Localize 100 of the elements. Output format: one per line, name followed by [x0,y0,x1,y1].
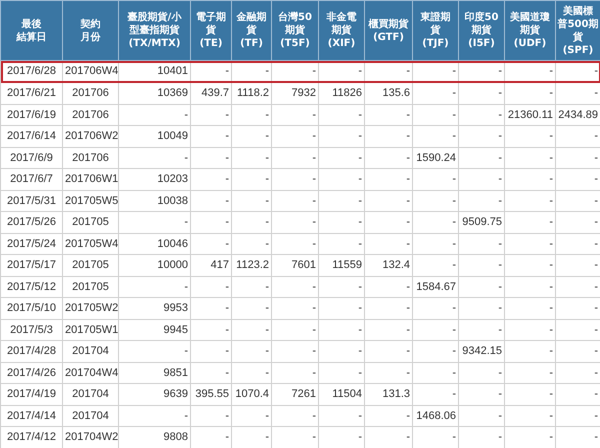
header-text: 貨 [206,25,216,36]
table-cell: 9639 [118,384,190,405]
table-cell: 2017/4/19 [0,384,62,405]
table-cell: - [458,405,504,426]
table-cell: - [272,319,318,340]
table-cell: - [318,276,364,298]
table-cell: - [118,104,190,126]
table-cell: 2017/5/3 [0,319,62,340]
table-cell: - [458,254,504,276]
table-cell: - [458,298,504,319]
table-cell: 2017/6/19 [0,104,62,126]
table-cell: - [458,126,504,147]
header-text: (T5F) [280,38,310,49]
header-text: 金融期 [236,12,266,23]
table-cell: - [412,168,458,190]
table-cell: 201704 [62,405,118,426]
table-cell: 1468.06 [412,405,458,426]
header-text: 東證期 [420,12,450,23]
header-text: (TF) [240,38,263,49]
table-cell: 201704 [62,340,118,362]
table-cell: - [190,168,232,190]
table-cell: 2017/5/17 [0,254,62,276]
table-cell: - [504,147,556,168]
table-cell: 7932 [272,82,318,104]
table-cell: - [272,362,318,384]
table-cell: - [318,340,364,362]
table-cell: 201706W1 [62,168,118,190]
table-cell: - [458,190,504,212]
table-cell: 135.6 [364,82,412,104]
header-text: 期貨 [520,25,540,36]
header-text: 最後 [22,18,42,30]
table-cell: 131.3 [364,384,412,405]
table-cell: - [458,82,504,104]
table-cell: 2017/4/28 [0,340,62,362]
table-cell: - [318,126,364,147]
table-cell: - [364,126,412,147]
table-cell: 201705 [62,212,118,233]
table-cell: - [318,298,364,319]
table-cell: - [412,362,458,384]
table-cell: 201705 [62,276,118,298]
table-cell: - [458,276,504,298]
table-cell: - [364,298,412,319]
table-cell: - [318,233,364,254]
table-cell: - [272,126,318,147]
table-cell: 21360.11 [504,104,556,126]
table-cell: 11559 [318,254,364,276]
table-cell: 10038 [118,190,190,212]
header-text: 契約 [80,18,100,30]
table-cell: - [190,298,232,319]
table-cell: 2017/4/12 [0,426,62,448]
table-cell: 2017/6/14 [0,126,62,147]
table-cell: - [364,212,412,233]
header-text: (TE) [200,38,222,49]
table-cell: 417 [190,254,232,276]
table-cell: - [458,384,504,405]
table-cell: 395.55 [190,384,232,405]
table-cell: - [504,384,556,405]
table-cell: - [190,340,232,362]
header-text: 台灣50 [278,12,312,23]
table-cell: 201705W2 [62,298,118,319]
table-cell: - [412,254,458,276]
table-cell: - [412,384,458,405]
header-text: 電子期 [196,12,226,23]
table-cell: - [190,405,232,426]
header-text: 普500期 [558,18,598,30]
table-cell: 9342.15 [458,340,504,362]
table-cell: 2017/4/26 [0,362,62,384]
table-cell: - [318,190,364,212]
table-cell: - [458,319,504,340]
table-cell: 2017/5/24 [0,233,62,254]
table-cell: 10049 [118,126,190,147]
table-cell: - [318,362,364,384]
table-cell: - [458,104,504,126]
header-text: 期貨 [472,25,492,36]
table-cell: - [412,82,458,104]
table-cell: - [190,233,232,254]
table-cell: 1584.67 [412,276,458,298]
table-cell: - [272,147,318,168]
table-cell: - [318,104,364,126]
table-cell: - [190,212,232,233]
table-cell: - [232,362,272,384]
table-cell: - [190,147,232,168]
table-cell: - [364,362,412,384]
table-cell: - [504,298,556,319]
header-text: 期貨 [332,25,352,36]
header-text: (XIF) [328,38,356,49]
table-cell: 10046 [118,233,190,254]
table-cell: 201705W4 [62,233,118,254]
table-cell: - [412,319,458,340]
table-cell: - [232,104,272,126]
table-cell: - [412,126,458,147]
table-cell: - [232,126,272,147]
header-text: 期貨 [285,25,305,36]
table-cell: - [118,340,190,362]
table-cell: - [458,147,504,168]
table-cell: - [118,405,190,426]
table-cell: - [504,168,556,190]
table-cell: 2017/5/12 [0,276,62,298]
table-cell: - [118,147,190,168]
table-cell: 201705 [62,254,118,276]
